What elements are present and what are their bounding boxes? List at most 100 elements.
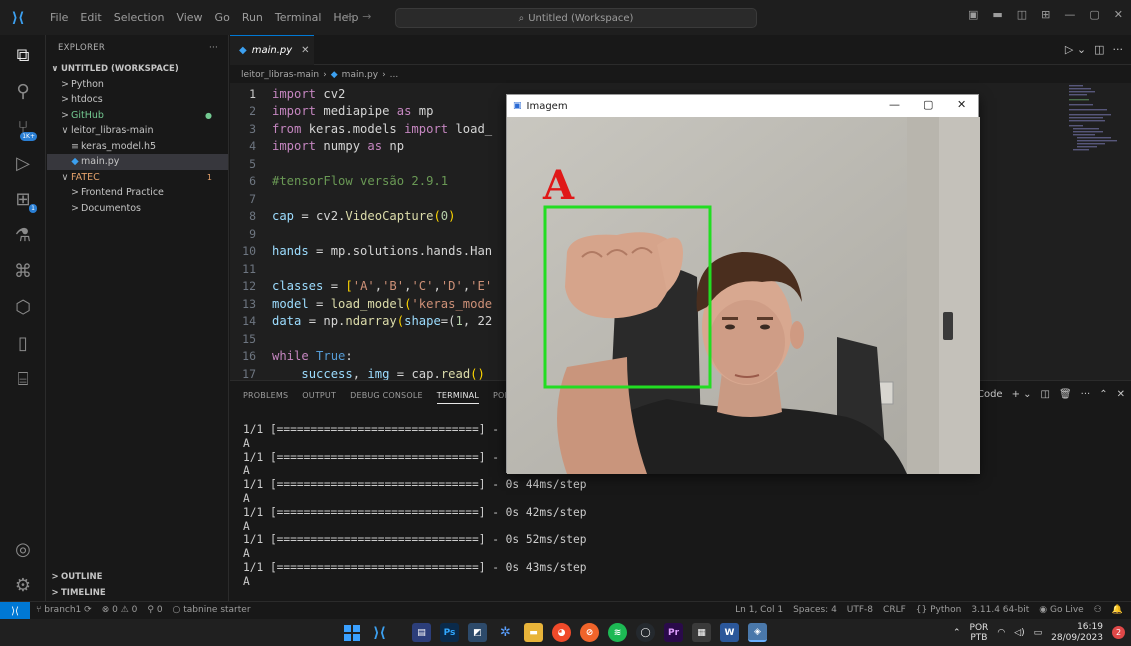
layout-panel-icon[interactable]: ▬: [992, 8, 1002, 21]
encoding[interactable]: UTF-8: [847, 605, 873, 615]
menu-item-run[interactable]: Run: [242, 11, 263, 24]
language-mode[interactable]: {} Python: [916, 605, 962, 615]
breadcrumb-symbol[interactable]: ...: [390, 70, 399, 80]
battery-icon[interactable]: ▭: [1034, 628, 1043, 638]
breadcrumb-file[interactable]: main.py: [342, 70, 378, 80]
docker-icon[interactable]: ⬡: [9, 293, 37, 321]
go-live-button[interactable]: ◉ Go Live: [1039, 605, 1083, 615]
minimize-button[interactable]: —: [889, 98, 900, 111]
copilot-icon[interactable]: ⚇: [1094, 605, 1102, 615]
photoshop-icon[interactable]: Ps: [440, 623, 459, 642]
cursor-position[interactable]: Ln 1, Col 1: [735, 605, 783, 615]
remote-explorer-icon[interactable]: ⌘: [9, 257, 37, 285]
wifi-icon[interactable]: ◠: [997, 628, 1005, 638]
device-icon[interactable]: ▯: [9, 329, 37, 357]
tree-item-frontend-practice[interactable]: > Frontend Practice: [47, 185, 228, 201]
layout-sidebar-icon[interactable]: ▣: [968, 8, 978, 21]
close-button[interactable]: ✕: [1114, 8, 1123, 21]
more-actions-icon[interactable]: ···: [1113, 43, 1124, 56]
trash-icon[interactable]: 🗑: [1059, 389, 1072, 400]
windows-start-icon[interactable]: [342, 623, 361, 642]
split-editor-icon[interactable]: ◫: [1094, 43, 1104, 56]
clock[interactable]: 16:19 28/09/2023: [1051, 622, 1103, 644]
remote-indicator[interactable]: ⟩⟨: [0, 602, 30, 620]
run-python-icon[interactable]: ▷ ⌄: [1065, 43, 1086, 56]
breadcrumb-folder[interactable]: leitor_libras-main: [241, 70, 319, 80]
explorer-icon[interactable]: ⧉: [9, 41, 37, 69]
more-actions-icon[interactable]: ···: [1081, 389, 1091, 400]
tab-debug-console[interactable]: DEBUG CONSOLE: [350, 391, 423, 404]
line-ending[interactable]: CRLF: [883, 605, 906, 615]
indentation[interactable]: Spaces: 4: [793, 605, 837, 615]
layout-split-icon[interactable]: ◫: [1017, 8, 1027, 21]
minimap[interactable]: [1065, 83, 1125, 153]
branch-indicator[interactable]: ⑂ branch1 ⟳: [36, 605, 92, 615]
tree-item-fatec[interactable]: ∨ FATEC 1: [47, 170, 228, 186]
more-actions-icon[interactable]: ···: [209, 43, 218, 53]
extensions-icon[interactable]: ⊞ 1: [9, 185, 37, 213]
maximize-panel-icon[interactable]: ⌃: [1099, 389, 1107, 400]
split-terminal-icon[interactable]: ◫: [1041, 389, 1050, 400]
github-icon[interactable]: ◯: [636, 623, 655, 642]
layout-custom-icon[interactable]: ⊞: [1041, 8, 1050, 21]
ports-indicator[interactable]: ⚲ 0: [147, 605, 162, 615]
tabnine-indicator[interactable]: ○ tabnine starter: [173, 605, 251, 615]
calendar-icon[interactable]: ▦: [692, 623, 711, 642]
menu-item-view[interactable]: View: [176, 11, 202, 24]
tab-problems[interactable]: PROBLEMS: [243, 391, 288, 404]
testing-icon[interactable]: ⚗: [9, 221, 37, 249]
photos-icon[interactable]: ◩: [468, 623, 487, 642]
close-button[interactable]: ✕: [957, 98, 966, 111]
menu-item-terminal[interactable]: Terminal: [275, 11, 322, 24]
tree-item-python[interactable]: > Python: [47, 77, 228, 93]
new-terminal-icon[interactable]: + ⌄: [1012, 389, 1032, 400]
outline-section[interactable]: > OUTLINE: [47, 569, 228, 585]
python-interpreter[interactable]: 3.11.4 64-bit: [971, 605, 1029, 615]
close-tab-icon[interactable]: ✕: [301, 45, 309, 56]
chat-icon[interactable]: ⌸: [9, 365, 37, 393]
notification-badge[interactable]: 2: [1112, 626, 1125, 639]
camera-window-titlebar[interactable]: ▣ Imagem — ▢ ✕: [507, 95, 978, 117]
tree-item-leitor-libras-main[interactable]: ∨ leitor_libras-main: [47, 123, 228, 139]
settings-gear-icon[interactable]: ⚙: [9, 571, 37, 599]
tab-output[interactable]: OUTPUT: [302, 391, 336, 404]
tree-item-htdocs[interactable]: > htdocs: [47, 92, 228, 108]
tab-terminal[interactable]: TERMINAL: [436, 391, 480, 404]
spotify-icon[interactable]: ≋: [608, 623, 627, 642]
nav-arrows[interactable]: ←→: [345, 10, 379, 23]
vscode-taskbar-icon[interactable]: ⟩⟨: [370, 623, 389, 642]
menu-item-edit[interactable]: Edit: [80, 11, 101, 24]
python-app-icon[interactable]: ◈: [748, 623, 767, 642]
tree-item-documentos[interactable]: > Documentos: [47, 201, 228, 217]
tree-item-main-py[interactable]: ◆ main.py: [47, 154, 228, 170]
run-debug-icon[interactable]: ▷: [9, 149, 37, 177]
volume-icon[interactable]: ◁): [1014, 628, 1024, 638]
maximize-button[interactable]: ▢: [923, 98, 933, 111]
problems-indicator[interactable]: ⊗ 0 ⚠ 0: [102, 605, 138, 615]
close-panel-icon[interactable]: ✕: [1117, 389, 1125, 400]
search-icon[interactable]: ⚲: [9, 77, 37, 105]
postman-icon[interactable]: ⊘: [580, 623, 599, 642]
tree-item-keras-model-h5[interactable]: ≡ keras_model.h5: [47, 139, 228, 155]
source-control-icon[interactable]: ⑂ 1K+: [9, 113, 37, 141]
workspace-header[interactable]: ∨ UNTITLED (WORKSPACE): [47, 61, 228, 77]
tree-item-github[interactable]: > GitHub ●: [47, 108, 228, 124]
store-icon[interactable]: ▤: [412, 623, 431, 642]
chevron-up-icon[interactable]: ⌃: [953, 628, 961, 638]
minimize-button[interactable]: —: [1064, 8, 1075, 21]
premiere-icon[interactable]: Pr: [664, 623, 683, 642]
teams-icon[interactable]: ✲: [496, 623, 515, 642]
menu-item-go[interactable]: Go: [215, 11, 230, 24]
account-icon[interactable]: ◎: [9, 535, 37, 563]
timeline-section[interactable]: > TIMELINE: [47, 585, 228, 601]
word-icon[interactable]: W: [720, 623, 739, 642]
tab-main-py[interactable]: ◆ main.py ✕: [230, 35, 314, 65]
input-language[interactable]: POR PTB: [970, 623, 989, 643]
command-center-search[interactable]: ⌕ Untitled (Workspace): [395, 8, 757, 28]
menu-item-file[interactable]: File: [50, 11, 68, 24]
maximize-button[interactable]: ▢: [1089, 8, 1099, 21]
terminal-name[interactable]: Code: [977, 389, 1003, 400]
notifications-bell-icon[interactable]: 🔔: [1112, 605, 1123, 615]
firefox-icon[interactable]: ◕: [552, 623, 571, 642]
menu-item-selection[interactable]: Selection: [114, 11, 165, 24]
